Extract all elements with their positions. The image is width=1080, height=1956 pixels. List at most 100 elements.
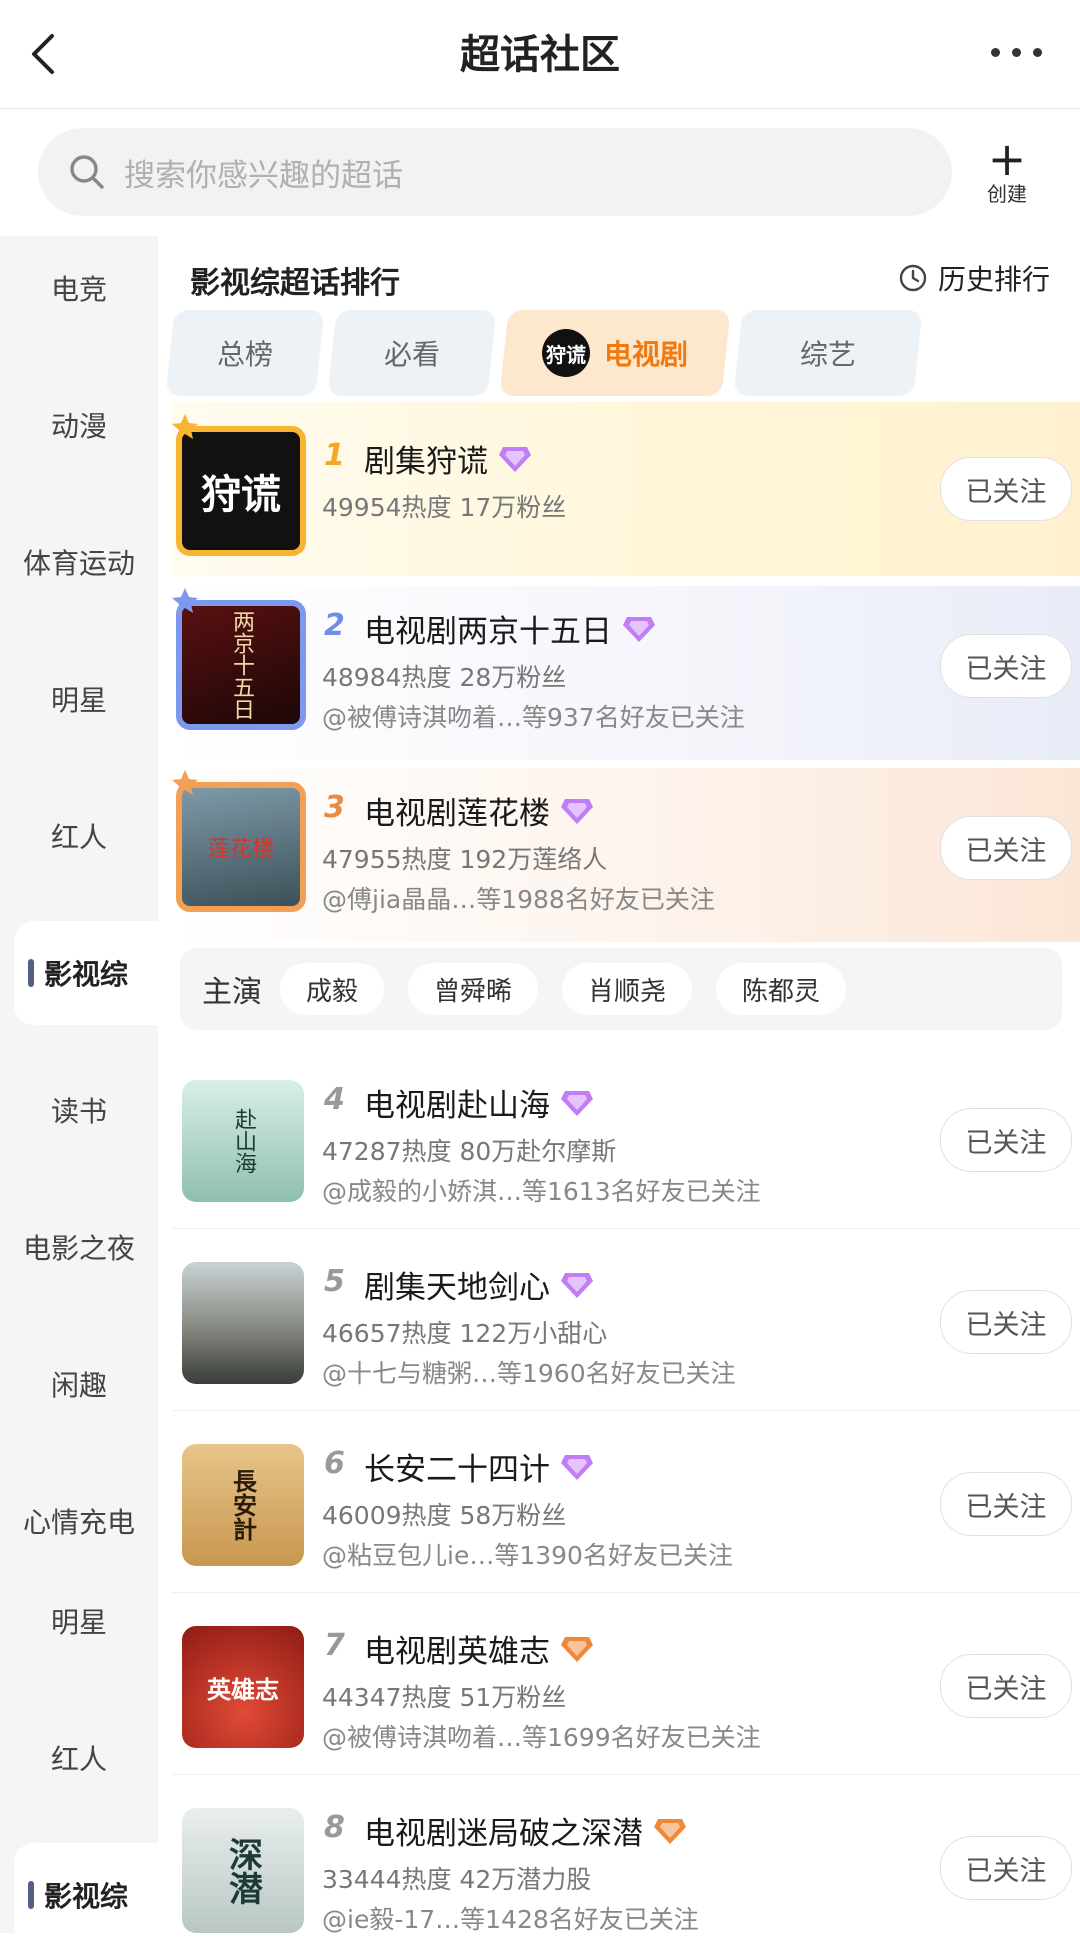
rank-number: 6 [324, 1446, 345, 1481]
diamond-badge-icon [561, 1090, 593, 1116]
sidebar-item-sports[interactable]: 体育运动 [0, 510, 158, 614]
cover-image: 两京十五日 [176, 600, 306, 730]
ranking-row-8[interactable]: 深潜 8 电视剧迷局破之深潜 33444热度 42万潜力股 @ie毅-17…等1… [172, 1782, 1080, 1956]
ranking-row-3[interactable]: 莲花楼 3 电视剧莲花楼 47955热度 192万莲络人 @傅jia晶晶…等19… [172, 768, 1080, 942]
star-icon [172, 770, 198, 795]
star-icon [172, 414, 198, 439]
ranking-row-2[interactable]: 两京十五日 2 电视剧两京十五日 48984热度 28万粉丝 @被傅诗淇吻着…等… [172, 586, 1080, 760]
friends-followed: @成毅的小娇淇…等1613名好友已关注 [322, 1177, 761, 1206]
topic-name: 电视剧英雄志 [364, 1626, 594, 1671]
tab-overall[interactable]: 总榜 [165, 310, 325, 396]
search-input[interactable]: 搜索你感兴趣的超话 [38, 128, 952, 216]
diamond-badge-icon [499, 446, 531, 472]
sidebar-item-influencers-2[interactable]: 红人 [0, 1706, 158, 1810]
ranking-row-7[interactable]: 英雄志 7 电视剧英雄志 44347热度 51万粉丝 @被傅诗淇吻着…等1699… [172, 1600, 1080, 1775]
category-sidebar: 电竞 动漫 体育运动 明星 红人 影视综 读书 电影之夜 闲趣 心情充电 明星 … [0, 236, 158, 1947]
cover-image: 狩谎 [176, 426, 306, 556]
followed-button[interactable]: 已关注 [940, 1108, 1072, 1172]
cover-image: 長安計 [182, 1444, 304, 1566]
topic-stats: 48984热度 28万粉丝 [322, 663, 567, 692]
rank-number: 8 [324, 1810, 345, 1845]
followed-button[interactable]: 已关注 [940, 457, 1072, 521]
clock-icon [899, 264, 927, 292]
followed-button[interactable]: 已关注 [940, 634, 1072, 698]
tab-variety[interactable]: 综艺 [733, 310, 923, 396]
cover-image: 赴山海 [182, 1080, 304, 1202]
diamond-badge-icon [561, 1454, 593, 1480]
cast-chip[interactable]: 曾舜晞 [408, 963, 539, 1015]
cover-image: 莲花楼 [176, 782, 306, 912]
ranking-tabs: 总榜 必看 狩谎 电视剧 综艺 [165, 310, 1080, 396]
topic-stats: 33444热度 42万潜力股 [322, 1865, 592, 1894]
friends-followed: @粘豆包儿ie…等1390名好友已关注 [322, 1541, 733, 1570]
rank-number: 3 [324, 790, 345, 825]
section-title: 影视综超话排行 [190, 266, 400, 301]
rank-number: 4 [324, 1082, 345, 1117]
sidebar-item-esports[interactable]: 电竞 [0, 236, 158, 340]
diamond-badge-icon [623, 616, 655, 642]
sidebar-item-influencers[interactable]: 红人 [0, 784, 158, 888]
topic-stats: 49954热度 17万粉丝 [322, 493, 567, 522]
topic-name: 长安二十四计 [364, 1444, 594, 1489]
sidebar-item-film-tv-2[interactable]: 影视综 [14, 1843, 158, 1947]
create-label: 创建 [987, 182, 1027, 206]
ranking-row-4[interactable]: 赴山海 4 电视剧赴山海 47287热度 80万赴尔摩斯 @成毅的小娇淇…等16… [172, 1054, 1080, 1229]
cover-image: 英雄志 [182, 1626, 304, 1748]
friends-followed: @傅jia晶晶…等1988名好友已关注 [322, 885, 715, 914]
topic-name: 电视剧赴山海 [364, 1080, 594, 1125]
cast-label: 主演 [202, 975, 262, 1010]
ranking-row-6[interactable]: 長安計 6 长安二十四计 46009热度 58万粉丝 @粘豆包儿ie…等1390… [172, 1418, 1080, 1593]
topic-stats: 47955热度 192万莲络人 [322, 845, 608, 874]
cover-image [182, 1262, 304, 1384]
cast-chip[interactable]: 肖顺尧 [562, 963, 693, 1015]
followed-button[interactable]: 已关注 [940, 1290, 1072, 1354]
ranking-row-1[interactable]: 狩谎 1 剧集狩谎 49954热度 17万粉丝 已关注 [172, 402, 1080, 576]
followed-button[interactable]: 已关注 [940, 1472, 1072, 1536]
ranking-panel: 影视综超话排行 历史排行 总榜 必看 狩谎 电视剧 综艺 狩谎 1 剧集狩谎 49… [158, 236, 1080, 1934]
sidebar-item-stars-2[interactable]: 明星 [0, 1569, 158, 1673]
plus-icon: + [987, 132, 1027, 186]
tab-tv-series[interactable]: 狩谎 电视剧 [499, 310, 731, 396]
cast-bar: 主演 成毅 曾舜晞 肖顺尧 陈都灵 [180, 948, 1062, 1030]
rank-number: 2 [324, 608, 345, 643]
topic-stats: 44347热度 51万粉丝 [322, 1683, 567, 1712]
cast-chip[interactable]: 陈都灵 [716, 963, 847, 1015]
sidebar-item-reading[interactable]: 读书 [0, 1058, 158, 1162]
cast-chip[interactable]: 成毅 [280, 963, 385, 1015]
page-title: 超话社区 [460, 32, 620, 78]
diamond-badge-icon [561, 798, 593, 824]
sidebar-item-film-tv[interactable]: 影视综 [14, 921, 158, 1025]
ranking-row-5[interactable]: 5 剧集天地剑心 46657热度 122万小甜心 @十七与糖粥…等1960名好友… [172, 1236, 1080, 1411]
topic-stats: 47287热度 80万赴尔摩斯 [322, 1137, 617, 1166]
friends-followed: @ie毅-17…等1428名好友已关注 [322, 1905, 699, 1934]
topic-stats: 46657热度 122万小甜心 [322, 1319, 608, 1348]
tab-logo: 狩谎 [541, 329, 590, 377]
sidebar-item-leisure[interactable]: 闲趣 [0, 1332, 158, 1436]
sidebar-item-stars[interactable]: 明星 [0, 647, 158, 751]
rank-number: 1 [324, 438, 345, 473]
more-options-icon[interactable] [991, 48, 1042, 57]
sidebar-item-anime[interactable]: 动漫 [0, 373, 158, 477]
history-ranking-button[interactable]: 历史排行 [898, 258, 1050, 298]
create-button[interactable]: + 创建 [972, 132, 1042, 207]
topic-stats: 46009热度 58万粉丝 [322, 1501, 567, 1530]
rank-number: 7 [324, 1628, 345, 1663]
followed-button[interactable]: 已关注 [940, 1836, 1072, 1900]
topic-name: 剧集狩谎 [364, 436, 532, 481]
sidebar-item-mood[interactable]: 心情充电 [0, 1469, 158, 1573]
topic-name: 电视剧迷局破之深潜 [364, 1808, 687, 1853]
followed-button[interactable]: 已关注 [940, 816, 1072, 880]
sidebar-item-movie-night[interactable]: 电影之夜 [0, 1195, 158, 1299]
star-icon [172, 588, 198, 613]
topic-name: 剧集天地剑心 [364, 1262, 594, 1307]
tab-must-watch[interactable]: 必看 [327, 310, 497, 396]
gem-badge-icon [561, 1636, 593, 1662]
topic-name: 电视剧两京十五日 [364, 606, 656, 651]
gem-badge-icon [654, 1818, 686, 1844]
friends-followed: @十七与糖粥…等1960名好友已关注 [322, 1359, 736, 1388]
diamond-badge-icon [561, 1272, 593, 1298]
followed-button[interactable]: 已关注 [940, 1654, 1072, 1718]
friends-followed: @被傅诗淇吻着…等1699名好友已关注 [322, 1723, 761, 1752]
friends-followed: @被傅诗淇吻着…等937名好友已关注 [322, 703, 745, 732]
rank-number: 5 [324, 1264, 345, 1299]
